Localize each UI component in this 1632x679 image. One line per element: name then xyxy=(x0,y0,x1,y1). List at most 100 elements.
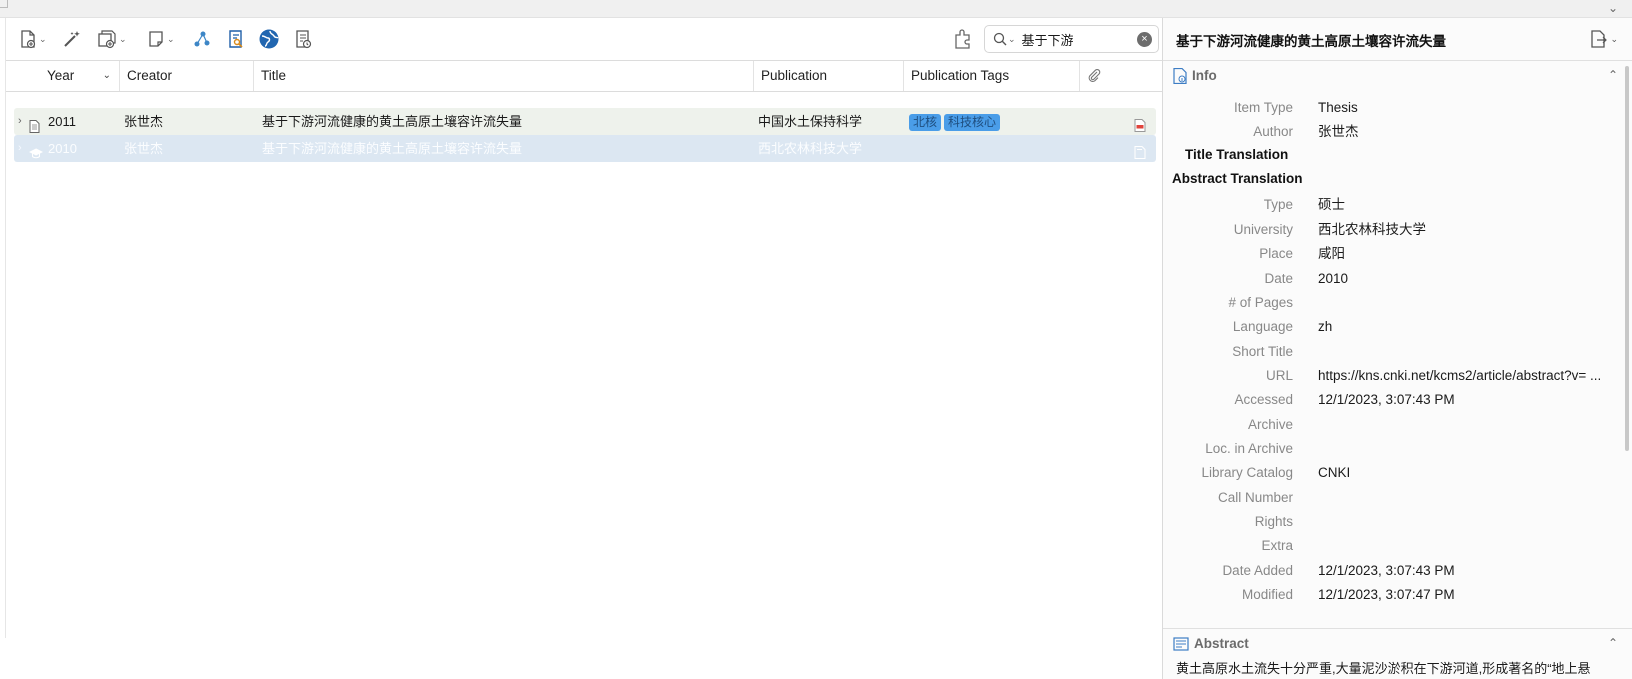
chevron-down-icon[interactable]: ⌄ xyxy=(1008,34,1016,45)
field-value[interactable]: 12/1/2023, 3:07:47 PM xyxy=(1318,583,1618,607)
item-creator: 张世杰 xyxy=(124,141,164,156)
field-label: # of Pages xyxy=(1228,295,1293,310)
magic-wand-icon xyxy=(64,31,80,47)
find-pdf-button[interactable] xyxy=(226,27,246,51)
field-value[interactable]: 2010 xyxy=(1318,267,1618,291)
expand-chevron-icon[interactable]: › xyxy=(18,135,22,162)
column-year[interactable]: Year ⌄ xyxy=(40,61,120,91)
expand-chevron-icon[interactable]: › xyxy=(18,108,22,135)
items-toolbar: ⌄ ⌄ ⌄ ⌄ × xyxy=(6,18,1162,60)
field-label: Short Title xyxy=(1232,344,1293,359)
item-title: 基于下游河流健康的黄土高原土壤容许流失量 xyxy=(262,114,523,129)
column-year-label: Year xyxy=(47,68,75,83)
chevron-down-icon[interactable]: ⌄ xyxy=(1608,1,1618,15)
item-pane-scrollbar[interactable] xyxy=(1625,66,1629,451)
column-publication-tags[interactable]: Publication Tags xyxy=(904,61,1080,91)
locate-button[interactable]: ⌄ xyxy=(1588,29,1618,49)
field-label: URL xyxy=(1265,368,1293,383)
new-note-button[interactable]: ⌄ xyxy=(146,27,175,51)
field-label: Accessed xyxy=(1234,392,1293,407)
info-field-row: Item Type Thesis xyxy=(1163,96,1623,120)
tag-badge: 科技核心 xyxy=(944,114,1001,132)
note-icon xyxy=(149,31,163,47)
info-field-row: URL https://kns.cnki.net/kcms2/article/ab… xyxy=(1163,364,1623,388)
info-icon xyxy=(1173,67,1187,84)
field-label: Item Type xyxy=(1233,100,1293,115)
new-item-icon xyxy=(21,30,36,49)
attachment-add-icon xyxy=(98,30,116,49)
field-label: Modified xyxy=(1241,587,1293,602)
search-input[interactable] xyxy=(1021,31,1134,47)
info-field-row: Short Title xyxy=(1163,340,1623,364)
info-field-row: Accessed 12/1/2023, 3:07:43 PM xyxy=(1163,388,1623,412)
document-clock-icon xyxy=(296,30,312,49)
graph-button[interactable] xyxy=(192,27,212,51)
field-value[interactable]: 咸阳 xyxy=(1318,242,1618,266)
field-value[interactable]: CNKI xyxy=(1318,461,1618,485)
info-section-header[interactable]: Info ⌃ xyxy=(1163,60,1632,90)
column-creator-label: Creator xyxy=(127,68,173,83)
chevron-up-icon[interactable]: ⌃ xyxy=(1608,636,1618,650)
plugin-button[interactable] xyxy=(952,27,974,51)
items-list: › 2011 张世杰 基于下游河流健康的黄土高原土壤容许流失量 中国水土保持科学… xyxy=(14,108,1156,162)
column-title-label: Title xyxy=(261,68,287,83)
item-year: 2011 xyxy=(48,114,76,129)
abstract-section-header[interactable]: Abstract ⌃ xyxy=(1163,628,1632,658)
abstract-icon xyxy=(1173,636,1189,651)
search-box[interactable]: ⌄ × xyxy=(984,25,1159,53)
log-button[interactable] xyxy=(293,27,313,51)
paperclip-icon xyxy=(1088,69,1101,82)
chevron-down-icon: ⌄ xyxy=(1610,33,1618,44)
clear-search-icon[interactable]: × xyxy=(1137,32,1152,47)
add-by-identifier-button[interactable] xyxy=(62,27,82,51)
column-header-row: Year ⌄ Creator Title Publication Publica… xyxy=(6,60,1162,92)
column-attachments[interactable] xyxy=(1080,61,1114,91)
info-field-row: Modified 12/1/2023, 3:07:47 PM xyxy=(1163,583,1623,607)
search-document-icon xyxy=(229,30,243,48)
abstract-text[interactable]: 黄土高原水土流失十分严重,大量泥沙淤积在下游河道,形成著名的“地上悬 xyxy=(1176,658,1606,677)
field-value[interactable]: 张世杰 xyxy=(1318,120,1618,144)
field-label: Author xyxy=(1253,124,1293,139)
item-pane: 基于下游河流健康的黄土高原土壤容许流失量 ⌄ Info ⌃ Item Type T… xyxy=(1163,18,1632,679)
chevron-down-icon: ⌄ xyxy=(119,33,127,44)
abstract-section-label: Abstract xyxy=(1194,636,1249,651)
item-creator: 张世杰 xyxy=(124,114,164,129)
info-field-row: Date 2010 xyxy=(1163,267,1623,291)
field-label: Place xyxy=(1259,246,1293,261)
info-field-row: Place 咸阳 xyxy=(1163,242,1623,266)
table-row[interactable]: › 2010 张世杰 基于下游河流健康的黄土高原土壤容许流失量 西北农林科技大学 xyxy=(14,135,1156,162)
items-pane: ⌄ ⌄ ⌄ ⌄ × xyxy=(0,18,1162,679)
item-title-heading: 基于下游河流健康的黄土高原土壤容许流失量 xyxy=(1176,34,1446,49)
info-field-row: Loc. in Archive xyxy=(1163,437,1623,461)
column-publication[interactable]: Publication xyxy=(754,61,904,91)
field-label: Language xyxy=(1232,319,1293,334)
column-title[interactable]: Title xyxy=(254,61,754,91)
field-label: Extra xyxy=(1261,538,1293,553)
field-label: Loc. in Archive xyxy=(1205,441,1293,456)
new-attachment-button[interactable]: ⌄ xyxy=(96,27,127,51)
item-pane-header: 基于下游河流健康的黄土高原土壤容许流失量 ⌄ xyxy=(1163,18,1632,60)
chevron-down-icon: ⌄ xyxy=(167,33,175,44)
info-field-row: # of Pages xyxy=(1163,291,1623,315)
item-publication: 西北农林科技大学 xyxy=(758,141,863,156)
field-value[interactable]: 西北农林科技大学 xyxy=(1318,218,1618,242)
table-row[interactable]: › 2011 张世杰 基于下游河流健康的黄土高原土壤容许流失量 中国水土保持科学… xyxy=(14,108,1156,135)
attachment-icon[interactable] xyxy=(1134,141,1146,168)
column-creator[interactable]: Creator xyxy=(120,61,254,91)
info-section-label: Info xyxy=(1192,68,1217,83)
field-label: Call Number xyxy=(1217,490,1293,505)
item-year: 2010 xyxy=(48,141,77,156)
web-sync-button[interactable] xyxy=(258,27,280,51)
column-publication-tags-label: Publication Tags xyxy=(911,68,1010,83)
corner-mark xyxy=(0,0,8,8)
field-value[interactable]: zh xyxy=(1318,315,1618,339)
field-label: Title Translation xyxy=(1185,147,1289,162)
field-value[interactable]: 12/1/2023, 3:07:43 PM xyxy=(1318,388,1618,412)
field-value[interactable]: https://kns.cnki.net/kcms2/article/abstr… xyxy=(1318,364,1618,388)
field-label: Rights xyxy=(1254,514,1293,529)
field-value[interactable]: 12/1/2023, 3:07:43 PM xyxy=(1318,559,1618,583)
chevron-up-icon[interactable]: ⌃ xyxy=(1608,68,1618,82)
field-value[interactable]: 硕士 xyxy=(1318,193,1618,217)
new-item-button[interactable]: ⌄ xyxy=(18,27,47,51)
field-value[interactable]: Thesis xyxy=(1318,96,1618,120)
